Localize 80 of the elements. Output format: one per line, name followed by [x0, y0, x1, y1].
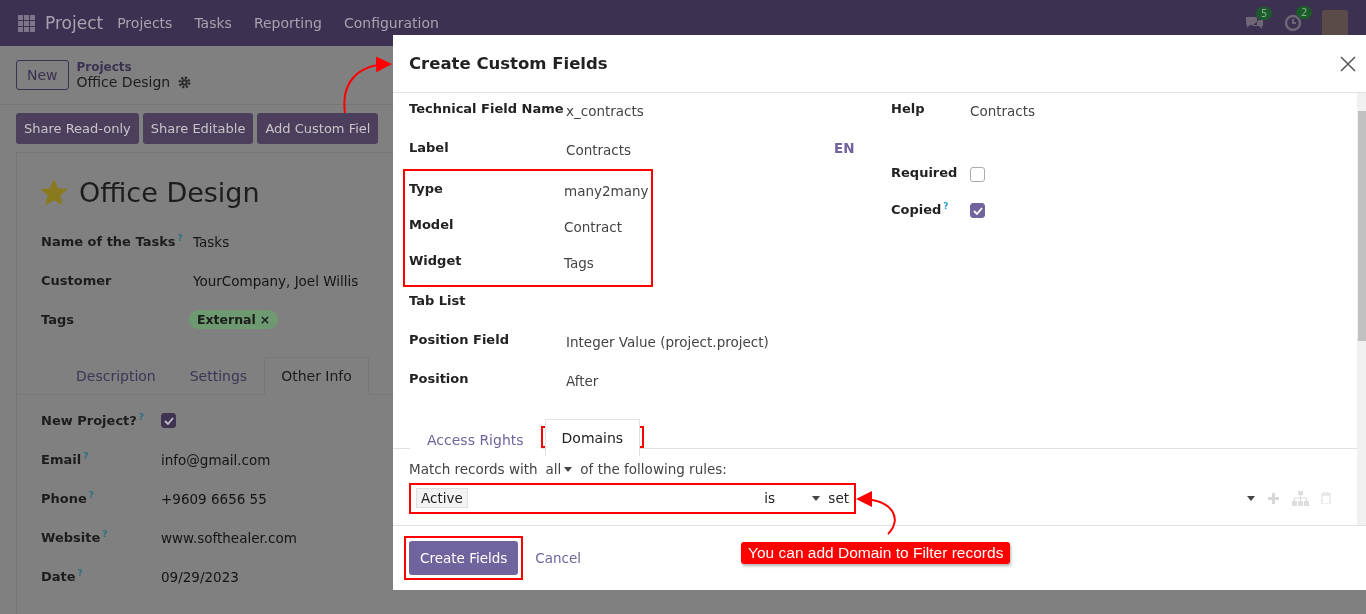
match-mode-select[interactable]: all [545, 461, 573, 477]
create-fields-button[interactable]: Create Fields [409, 541, 519, 575]
field-label: Email$^{?}$ [41, 451, 90, 468]
checkbox[interactable] [161, 413, 176, 429]
field-label: Customer [41, 273, 113, 288]
check-icon [163, 416, 174, 425]
field-value: Tasks [193, 233, 230, 250]
field-value: Contracts [970, 102, 1036, 119]
field-value: Integer Value (project.project) [566, 333, 770, 350]
field-value: After [566, 372, 600, 389]
field-value: x_contracts [566, 102, 645, 119]
close-icon[interactable] [1340, 55, 1356, 72]
check-icon [972, 206, 983, 215]
field-label: Name of the Tasks$^{?}$ [41, 233, 184, 250]
field-value: info@gmail.com [161, 451, 271, 468]
tab[interactable]: Other Info [264, 357, 369, 395]
field-value: Contract [564, 218, 623, 235]
caret-icon[interactable] [1247, 495, 1255, 501]
checkbox[interactable] [970, 167, 985, 182]
field-label: Website$^{?}$ [41, 529, 109, 546]
tab[interactable]: Description [59, 357, 173, 394]
field-label: Position [409, 370, 470, 386]
tab[interactable]: Settings [172, 357, 265, 394]
field-label: Required [891, 164, 959, 180]
field-label: Help [891, 100, 926, 116]
breadcrumb-link[interactable]: Projects [76, 60, 192, 74]
field-label: Copied$^{?}$ [891, 200, 950, 218]
domain-text: Match records with [409, 461, 538, 477]
rule-value: set [828, 490, 849, 506]
clock-icon[interactable] [1284, 14, 1302, 32]
action-button[interactable]: Share Read-only [16, 113, 139, 144]
record-title: Office Design [79, 177, 260, 208]
count-badge: 5 [1256, 7, 1273, 20]
field-label: Widget [409, 252, 463, 268]
app-name[interactable]: Project [45, 13, 104, 33]
annotation-callout: You can add Domain to Filter records [741, 542, 1011, 564]
action-button[interactable]: Share Editable [142, 113, 254, 144]
field-value: Contracts [566, 141, 633, 158]
field-value: +9609 6656 55 [161, 490, 267, 507]
tag-chip[interactable]: External × [189, 310, 279, 329]
action-button[interactable]: Add Custom Fiel [257, 113, 379, 144]
avatar[interactable] [1322, 10, 1348, 36]
field-label: Model [409, 216, 455, 232]
star-icon[interactable] [41, 180, 67, 205]
field-label: New Project?$^{?}$ [41, 412, 146, 429]
caret-icon [564, 466, 573, 472]
field-label: Position Field [409, 331, 510, 347]
operator-select[interactable]: is [764, 490, 813, 506]
menu-item[interactable]: Configuration [343, 15, 439, 31]
field-label: Technical Field Name [409, 100, 565, 116]
cancel-button[interactable]: Cancel [529, 549, 588, 567]
new-button[interactable]: New [16, 60, 69, 90]
caret-icon[interactable] [812, 495, 821, 501]
field-label: Tags [41, 312, 75, 327]
field-value: Tags [564, 254, 594, 271]
field-value: many2many [564, 182, 649, 199]
domain-text: of the following rules: [580, 461, 727, 477]
field-label: Tab List [409, 292, 467, 308]
field-value: YourCompany, Joel Willis [193, 272, 359, 289]
menu-item[interactable]: Reporting [253, 15, 322, 31]
dialog-title: Create Custom Fields [409, 54, 608, 73]
gear-icon[interactable] [178, 75, 192, 89]
field-label: Date$^{?}$ [41, 568, 84, 585]
field-label: Label [409, 139, 450, 155]
menu-item[interactable]: Projects [117, 15, 173, 31]
tab[interactable]: Domains [544, 419, 641, 456]
apps-grid-icon[interactable] [18, 14, 35, 32]
field-selector[interactable]: Active [416, 488, 468, 508]
breadcrumb-current: Office Design [76, 74, 171, 90]
checkbox[interactable] [970, 203, 985, 218]
field-label: Phone$^{?}$ [41, 490, 96, 507]
count-badge: 2 [1296, 6, 1313, 19]
language-link[interactable]: EN [834, 134, 855, 156]
menu-item[interactable]: Tasks [194, 15, 232, 31]
help-icon[interactable]: ? [943, 201, 949, 211]
field-label: Type [409, 180, 444, 196]
field-value: 09/29/2023 [161, 568, 239, 585]
scrollbar[interactable] [1357, 93, 1366, 525]
field-value: www.softhealer.com [161, 529, 297, 546]
chat-icon[interactable] [1244, 15, 1264, 31]
